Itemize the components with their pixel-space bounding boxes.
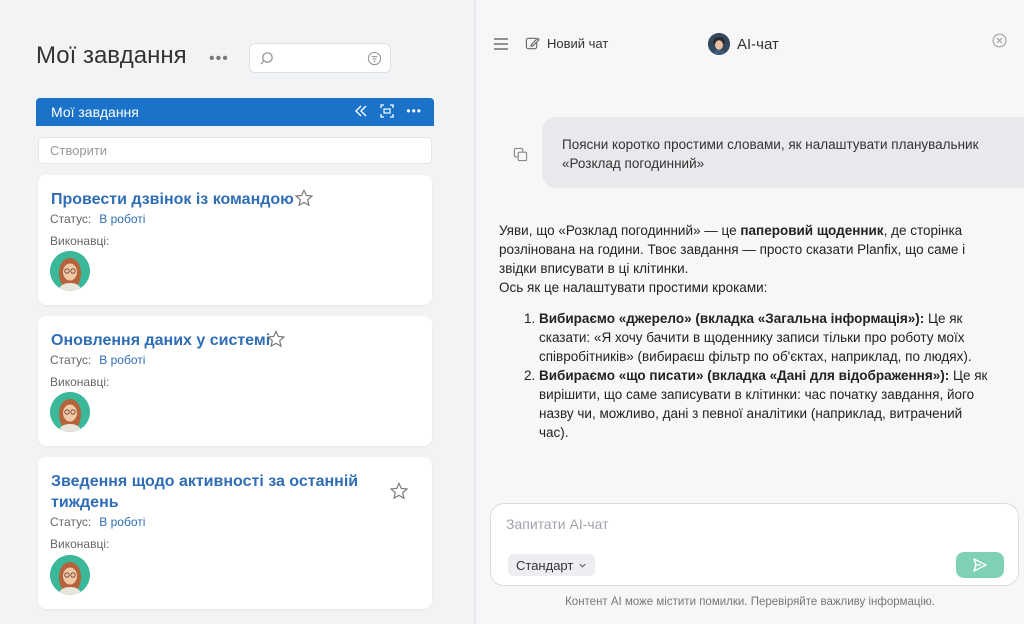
answer-paragraph: Ось як це налаштувати простими кроками: xyxy=(499,280,768,295)
disclaimer: Контент AI може містити помилки. Перевір… xyxy=(565,596,935,608)
chat-title-label: AI-чат xyxy=(737,35,779,53)
new-chat-label: Новий чат xyxy=(547,36,609,51)
menu-icon[interactable] xyxy=(493,37,509,51)
task-title[interactable]: Зведення щодо активності за останній тиж… xyxy=(51,471,371,513)
task-title[interactable]: Провести дзвінок із командою xyxy=(51,189,294,210)
status-label: Статус: xyxy=(50,515,92,529)
copy-icon[interactable] xyxy=(513,147,528,162)
status-label: Статус: xyxy=(50,212,92,226)
status-label: Статус: xyxy=(50,353,92,367)
more-dots-icon[interactable]: ••• xyxy=(209,50,229,68)
list-header-title: Мої завдання xyxy=(51,104,139,120)
filter-icon[interactable] xyxy=(367,51,382,66)
create-task-field[interactable] xyxy=(38,137,432,164)
task-status: Статус: В роботі xyxy=(50,515,145,529)
user-message: Поясни коротко простими словами, як нала… xyxy=(542,117,1024,188)
edit-icon xyxy=(525,37,540,50)
send-icon xyxy=(973,558,987,572)
task-status: Статус: В роботі xyxy=(50,353,145,367)
task-card[interactable]: Провести дзвінок із командою Статус: В ро… xyxy=(38,175,432,305)
new-chat-button[interactable]: Новий чат xyxy=(525,36,608,51)
ai-answer: Уяви, що «Розклад погодинний» — це папер… xyxy=(499,221,989,442)
star-icon[interactable] xyxy=(390,482,408,500)
executors-label: Виконавці: xyxy=(50,375,110,389)
chevron-down-icon xyxy=(579,563,586,568)
task-card[interactable]: Зведення щодо активності за останній тиж… xyxy=(38,457,432,609)
page-title: Мої завдання xyxy=(36,42,187,69)
star-icon[interactable] xyxy=(295,189,313,207)
answer-paragraph: Уяви, що «Розклад погодинний» — це папер… xyxy=(499,223,966,276)
chat-input[interactable] xyxy=(506,516,986,538)
task-card[interactable]: Оновлення даних у системі Статус: В робот… xyxy=(38,316,432,446)
avatar[interactable] xyxy=(50,555,90,595)
status-value[interactable]: В роботі xyxy=(99,353,145,367)
avatar[interactable] xyxy=(50,251,90,291)
task-status: Статус: В роботі xyxy=(50,212,145,226)
mode-select[interactable]: Стандарт xyxy=(508,554,596,576)
chat-title: AI-чат xyxy=(708,33,779,55)
task-title[interactable]: Оновлення даних у системі xyxy=(51,330,270,351)
answer-step: Вибираємо «джерело» (вкладка «Загальна і… xyxy=(539,309,989,366)
fullscreen-icon[interactable] xyxy=(380,104,395,118)
search-box[interactable] xyxy=(249,43,391,73)
ai-chat-panel: Новий чат AI-чат Поясни коротко простими… xyxy=(476,0,1024,624)
collapse-icon[interactable] xyxy=(354,104,368,118)
executors-label: Виконавці: xyxy=(50,234,110,248)
avatar[interactable] xyxy=(50,392,90,432)
list-header: Мої завдання ••• xyxy=(36,98,434,126)
more-dots-icon[interactable]: ••• xyxy=(406,104,422,118)
create-task-input[interactable] xyxy=(39,138,431,163)
status-value[interactable]: В роботі xyxy=(99,212,145,226)
mode-label: Стандарт xyxy=(516,557,574,573)
status-value[interactable]: В роботі xyxy=(99,515,145,529)
star-icon[interactable] xyxy=(267,330,285,348)
send-button[interactable] xyxy=(956,552,1004,578)
tasks-panel: Мої завдання ••• Мої завдання ••• Провес… xyxy=(0,0,474,624)
chat-composer: Стандарт xyxy=(490,503,1019,586)
ai-avatar xyxy=(708,33,730,55)
close-icon[interactable] xyxy=(992,33,1007,48)
search-icon xyxy=(260,52,273,65)
answer-steps: Вибираємо «джерело» (вкладка «Загальна і… xyxy=(499,309,989,442)
executors-label: Виконавці: xyxy=(50,537,110,551)
answer-step: Вибираємо «що писати» (вкладка «Дані для… xyxy=(539,366,989,442)
